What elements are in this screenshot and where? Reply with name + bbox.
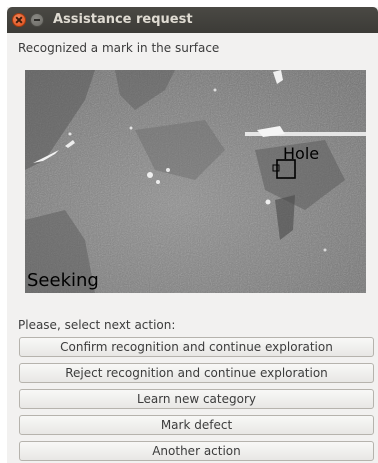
mark-defect-button[interactable]: Mark defect — [19, 415, 374, 435]
close-icon[interactable] — [12, 13, 26, 27]
surface-image — [25, 70, 366, 293]
titlebar: Assistance request — [7, 7, 378, 33]
confirm-recognition-button[interactable]: Confirm recognition and continue explora… — [19, 337, 374, 357]
action-prompt: Please, select next action: — [18, 318, 176, 332]
window-title: Assistance request — [53, 12, 193, 27]
assistance-dialog: Assistance request Recognized a mark in … — [7, 7, 378, 463]
status-label: Seeking — [27, 270, 99, 291]
another-action-button[interactable]: Another action — [19, 441, 374, 461]
reject-recognition-button[interactable]: Reject recognition and continue explorat… — [19, 363, 374, 383]
recognition-message: Recognized a mark in the surface — [18, 41, 220, 55]
learn-new-category-button[interactable]: Learn new category — [19, 389, 374, 409]
minimize-icon[interactable] — [30, 13, 44, 27]
detection-label: Hole — [283, 144, 320, 163]
camera-view: Hole Seeking — [25, 70, 366, 293]
